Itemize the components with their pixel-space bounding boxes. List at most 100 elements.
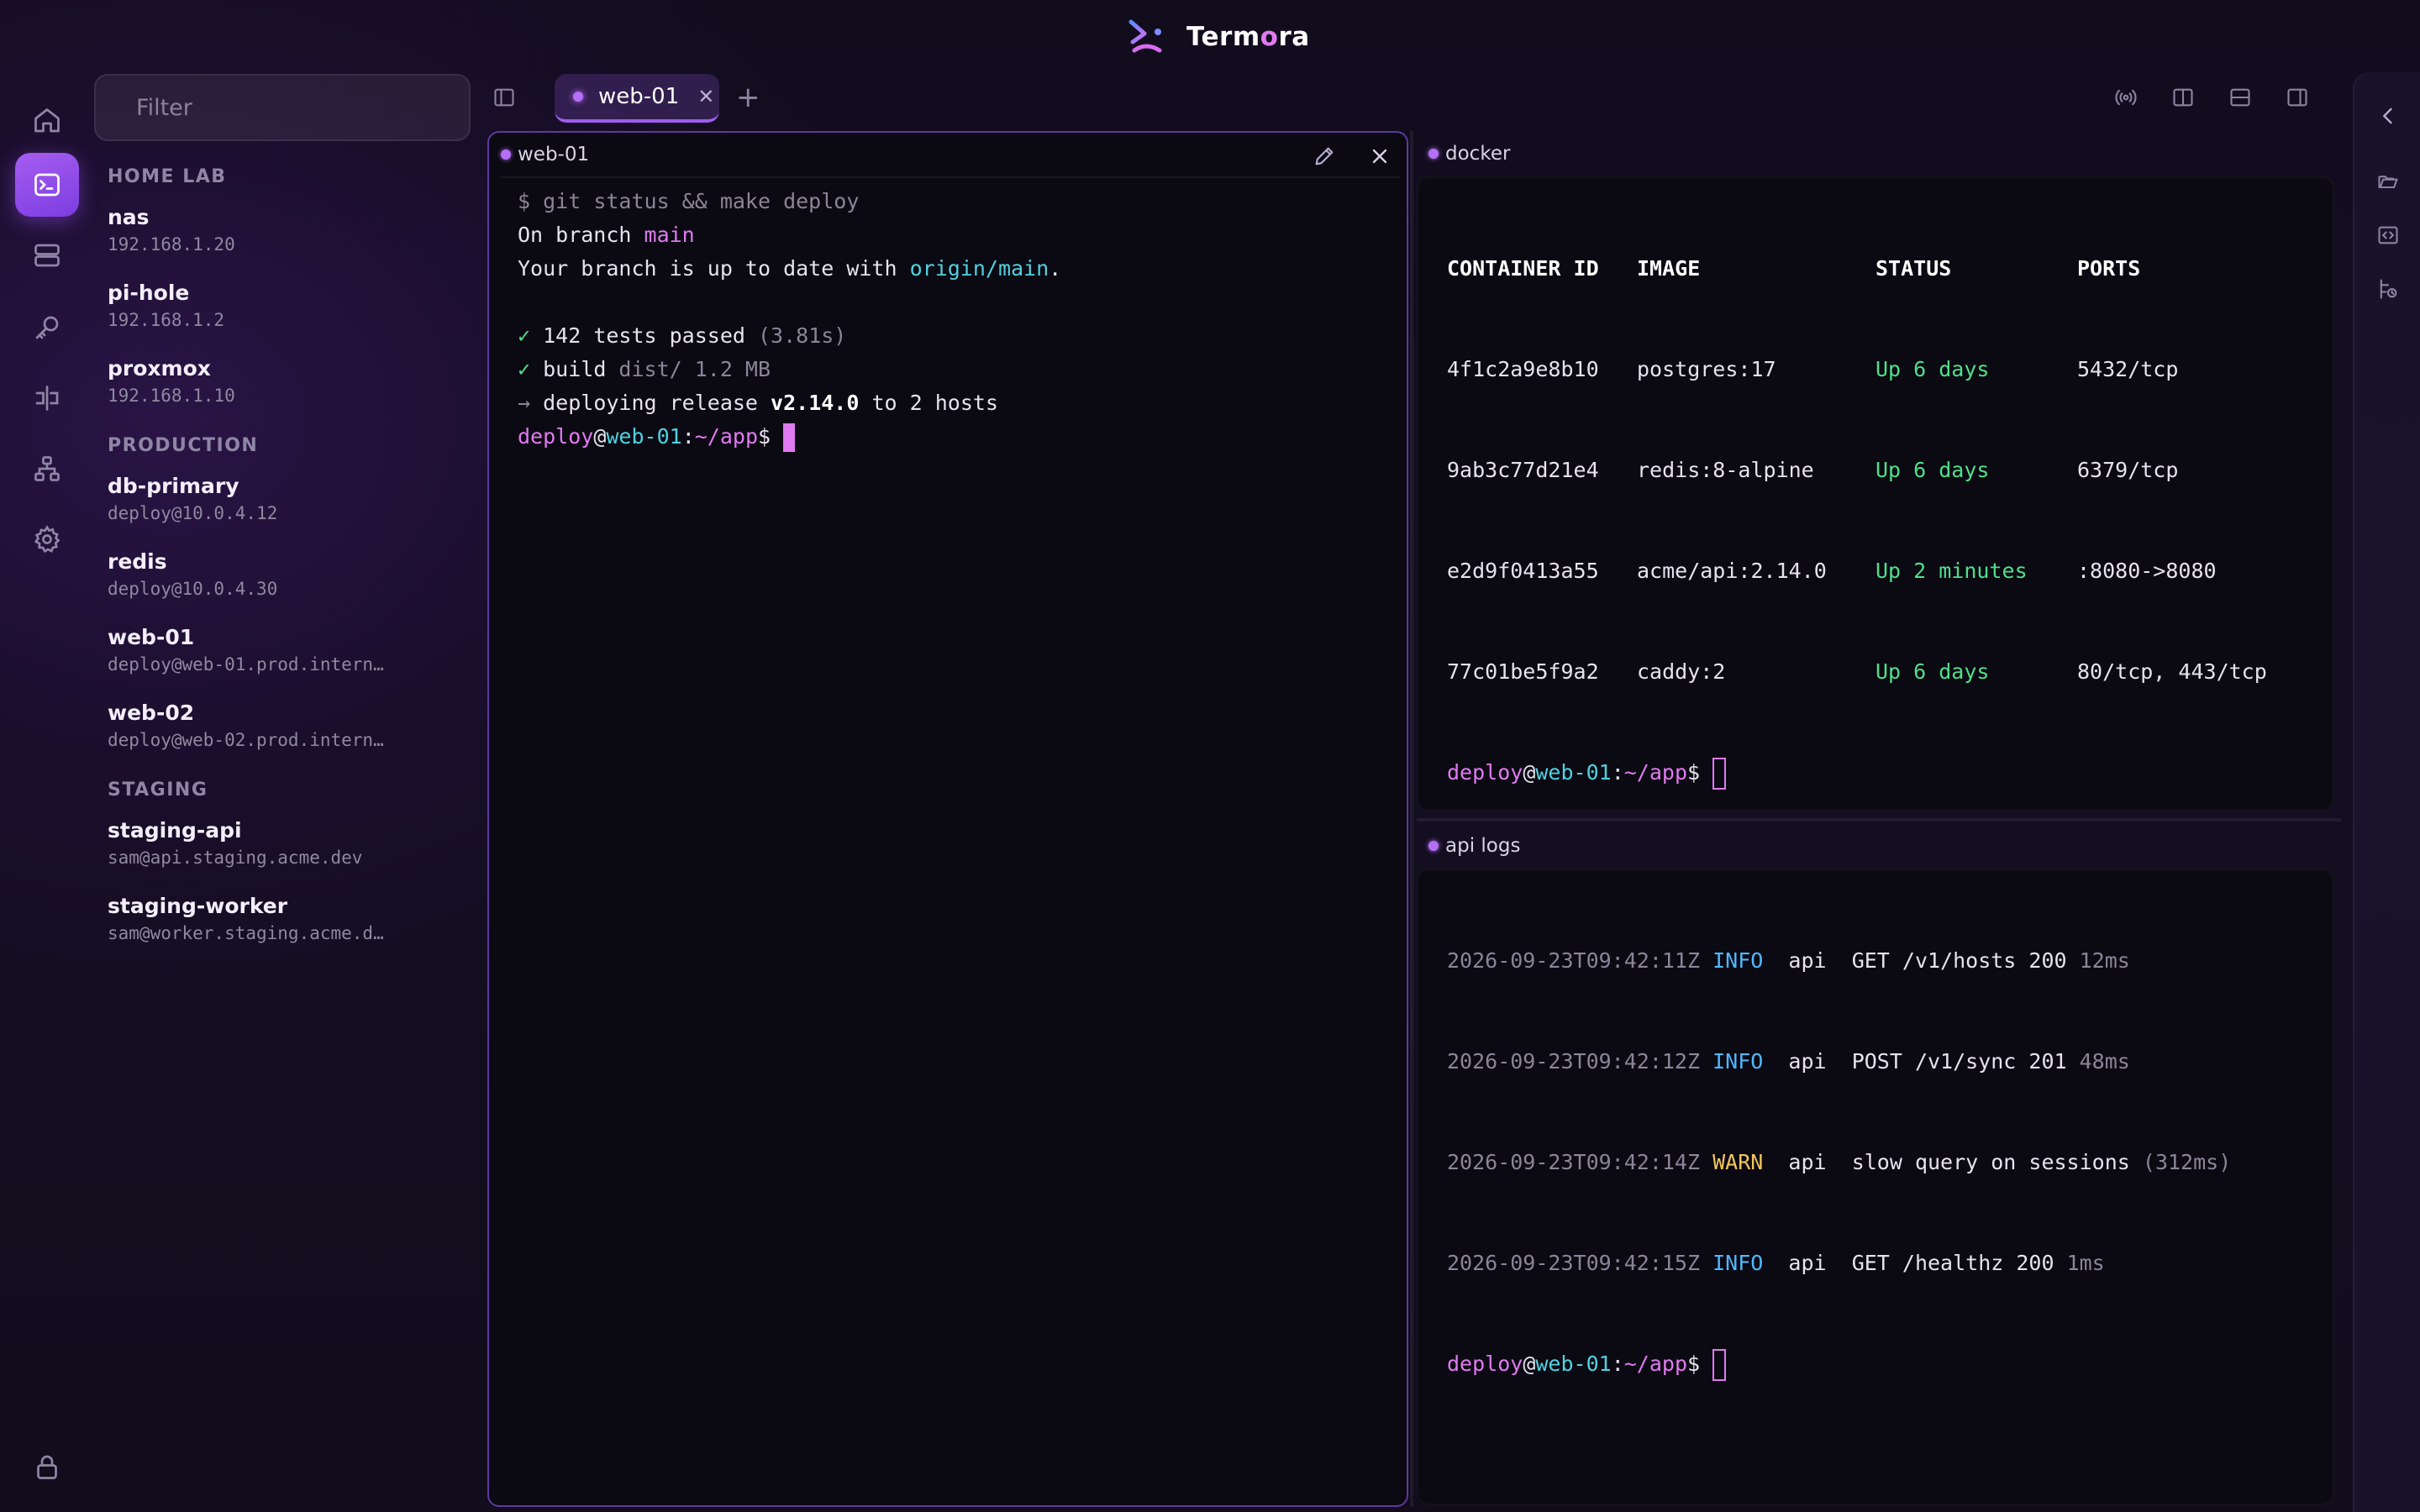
rail-terminal-button[interactable] xyxy=(15,153,79,217)
host-item-redis[interactable]: redis deploy@10.0.4.30 xyxy=(108,549,460,599)
tab-status-dot xyxy=(573,92,583,102)
docker-pane-header: docker xyxy=(1428,131,2336,176)
termora-logo-icon xyxy=(1128,19,1162,53)
pane-status-dot xyxy=(1428,149,1439,159)
terminal-cursor xyxy=(1712,1349,1727,1381)
logs-pane-header: api logs xyxy=(1428,823,2336,869)
right-panel-icon xyxy=(2287,88,2307,107)
host-name: proxmox xyxy=(108,356,211,381)
chevron-left-icon xyxy=(2382,108,2392,124)
split-vertical-icon xyxy=(2173,88,2193,107)
host-sidebar: Filter HOME LAB nas 192.168.1.20 pi-hole… xyxy=(94,72,481,1512)
close-icon[interactable] xyxy=(1368,144,1392,168)
title-bar: Termora xyxy=(0,0,2420,72)
pane-title: web-01 xyxy=(518,144,590,165)
host-item-web-02[interactable]: web-02 deploy@web-02.prod.intern… xyxy=(108,701,460,750)
host-item-nas[interactable]: nas 192.168.1.20 xyxy=(108,205,460,255)
icon-rail xyxy=(0,72,94,1512)
edit-icon[interactable] xyxy=(1313,144,1336,168)
pane-splitter-horizontal[interactable] xyxy=(1417,818,2341,822)
table-row: 9ab3c77d21e4 redis:8-alpine Up 6 days 6379/… xyxy=(1447,458,2179,482)
key-icon xyxy=(35,316,59,339)
app-title: Termora xyxy=(1186,22,1310,52)
log-line: 2026-09-23T09:42:14Z WARN api slow query… xyxy=(1447,1150,2232,1174)
terminal-cursor xyxy=(783,423,796,452)
broadcast-button[interactable] xyxy=(2109,81,2143,114)
terminal-cursor xyxy=(1712,758,1727,790)
files-button[interactable] xyxy=(2373,166,2403,197)
docker-table: CONTAINER ID IMAGE STATUS PORTS 4f1c2a9e8b1… xyxy=(1447,185,2267,810)
host-item-db-primary[interactable]: db-primary deploy@10.0.4.12 xyxy=(108,474,460,523)
app-brand: Termora xyxy=(1126,15,1310,59)
toggle-sidebar-button[interactable] xyxy=(487,81,521,114)
host-address: sam@api.staging.acme.dev xyxy=(108,848,363,868)
tab-web-01[interactable]: web-01 ✕ xyxy=(555,74,719,123)
rail-settings-button[interactable] xyxy=(15,507,79,571)
host-address: deploy@10.0.4.12 xyxy=(108,503,278,523)
pane-title: api logs xyxy=(1445,835,1521,857)
host-name: nas xyxy=(108,205,150,229)
host-item-staging-api[interactable]: staging-api sam@api.staging.acme.dev xyxy=(108,818,460,868)
host-address: 192.168.1.10 xyxy=(108,386,235,406)
pane-title: docker xyxy=(1445,143,1511,165)
rail-lock-button[interactable] xyxy=(15,1435,79,1499)
code-snippet-icon xyxy=(2378,226,2398,244)
host-name: staging-api xyxy=(108,818,242,843)
group-label-home-lab: HOME LAB xyxy=(108,166,227,187)
filter-input[interactable]: Filter xyxy=(94,74,471,141)
table-row: 77c01be5f9a2 caddy:2 Up 6 days 80/tcp, 443/… xyxy=(1447,659,2267,684)
command-history-icon xyxy=(2380,279,2397,299)
pane-status-dot xyxy=(501,150,511,160)
log-line: 2026-09-23T09:42:12Z INFO api POST /v1/s… xyxy=(1447,1049,2130,1074)
new-tab-button[interactable]: + xyxy=(736,81,760,114)
split-vertical-button[interactable] xyxy=(2166,81,2200,114)
collapse-right-rail-button[interactable] xyxy=(2373,101,2403,131)
shell-prompt: deploy@web-01:~/app$ xyxy=(1447,756,2267,790)
log-line: 2026-09-23T09:42:15Z INFO api GET /healt… xyxy=(1447,1251,2105,1275)
host-item-web-01[interactable]: web-01 deploy@web-01.prod.intern… xyxy=(108,625,460,675)
table-row: e2d9f0413a55 acme/api:2.14.0 Up 2 minutes:… xyxy=(1447,559,2217,583)
host-name: staging-worker xyxy=(108,894,288,918)
log-line: 2026-09-23T09:42:11Z INFO api GET /v1/ho… xyxy=(1447,948,2130,973)
terminal-pane-docker[interactable]: CONTAINER ID IMAGE STATUS PORTS 4f1c2a9e8b1… xyxy=(1417,176,2334,811)
rail-servers-button[interactable] xyxy=(15,223,79,287)
host-item-proxmox[interactable]: proxmox 192.168.1.10 xyxy=(108,356,460,406)
host-address: 192.168.1.2 xyxy=(108,310,225,330)
host-address: 192.168.1.20 xyxy=(108,234,235,255)
pane-splitter-vertical[interactable] xyxy=(1410,131,1413,1507)
terminal-icon xyxy=(34,173,60,197)
split-horizontal-button[interactable] xyxy=(2223,81,2257,114)
rail-keys-button[interactable] xyxy=(15,296,79,360)
tab-close-icon[interactable]: ✕ xyxy=(697,85,714,108)
host-item-pi-hole[interactable]: pi-hole 192.168.1.2 xyxy=(108,281,460,330)
rail-home-button[interactable] xyxy=(15,89,79,153)
toggle-right-panel-button[interactable] xyxy=(2281,81,2314,114)
pane-header: web-01 xyxy=(501,133,1400,178)
terminal-pane-logs[interactable]: 2026-09-23T09:42:11Z INFO api GET /v1/ho… xyxy=(1417,869,2334,1505)
log-output: 2026-09-23T09:42:11Z INFO api GET /v1/ho… xyxy=(1447,877,2231,1448)
host-name: pi-hole xyxy=(108,281,190,305)
docker-table-header: CONTAINER ID IMAGE STATUS PORTS xyxy=(1447,256,2141,281)
right-rail xyxy=(2353,72,2420,1512)
host-address: deploy@web-01.prod.intern… xyxy=(108,654,384,675)
host-name: web-02 xyxy=(108,701,195,725)
host-address: deploy@10.0.4.30 xyxy=(108,579,278,599)
terminal-pane-main[interactable]: web-01 $ git status && make deploy On br… xyxy=(487,131,1408,1507)
host-address: deploy@web-02.prod.intern… xyxy=(108,730,384,750)
host-item-staging-worker[interactable]: staging-worker sam@worker.staging.acme.d… xyxy=(108,894,460,943)
lock-icon xyxy=(37,1455,57,1479)
group-label-staging: STAGING xyxy=(108,780,208,801)
network-icon xyxy=(34,456,60,481)
rail-port-forward-button[interactable] xyxy=(15,366,79,430)
table-row: 4f1c2a9e8b10 postgres:17 Up 6 days 5432/tcp xyxy=(1447,357,2179,381)
host-name: redis xyxy=(108,549,167,574)
shell-prompt: deploy@web-01:~/app$ xyxy=(1447,1347,2231,1381)
host-address: sam@worker.staging.acme.d… xyxy=(108,923,384,943)
tab-bar: web-01 ✕ + xyxy=(487,72,2353,123)
host-name: web-01 xyxy=(108,625,195,649)
port-forward-icon xyxy=(35,386,59,411)
home-icon xyxy=(34,108,60,133)
snippets-button[interactable] xyxy=(2373,220,2403,250)
history-button[interactable] xyxy=(2373,274,2403,304)
rail-network-button[interactable] xyxy=(15,437,79,501)
